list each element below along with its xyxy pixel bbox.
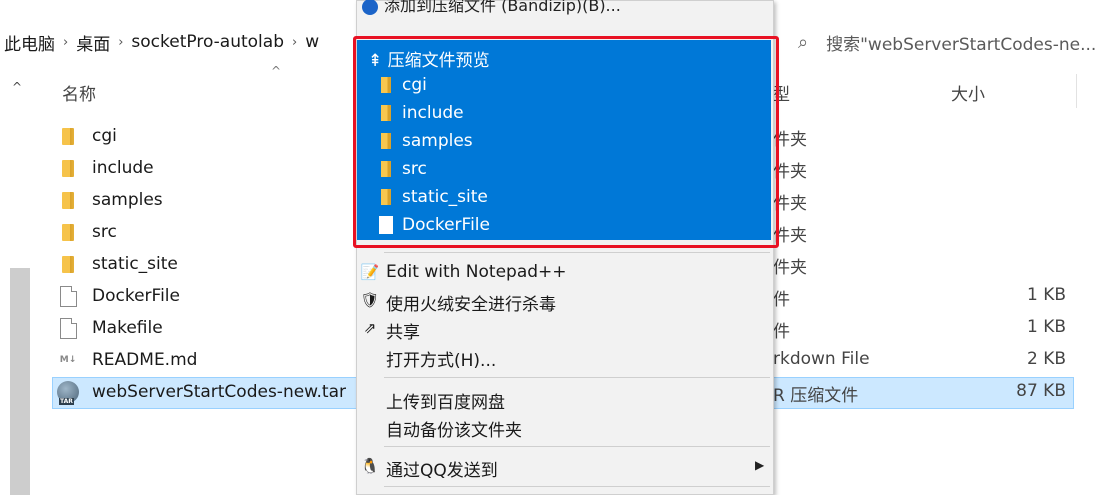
folder-icon bbox=[56, 191, 80, 209]
preview-item-label: src bbox=[402, 159, 427, 179]
folder-icon bbox=[56, 159, 80, 177]
file-size: 87 KB bbox=[1016, 381, 1066, 401]
preview-item-label: static_site bbox=[402, 187, 488, 207]
file-size: 1 KB bbox=[1026, 317, 1066, 337]
qq-icon: 🐧 bbox=[360, 457, 380, 475]
folder-icon bbox=[378, 133, 394, 149]
menu-separator bbox=[384, 486, 770, 487]
breadcrumb-separator-icon[interactable]: › bbox=[114, 35, 127, 50]
file-size: 1 KB bbox=[1026, 285, 1066, 305]
huorong-shield-icon: 🛡 bbox=[360, 291, 380, 309]
folder-icon bbox=[56, 255, 80, 273]
archive-preview-icon: ⇞ bbox=[368, 51, 383, 71]
preview-item-label: DockerFile bbox=[402, 215, 490, 235]
menu-item-label: 添加到压缩文件 (Bandizip)(B)... bbox=[384, 0, 621, 15]
file-row-static-site[interactable]: static_site bbox=[56, 248, 356, 280]
menu-item-edit-with-notepad[interactable]: Edit with Notepad++ bbox=[386, 262, 567, 282]
file-row-readme[interactable]: M↓ README.md bbox=[56, 344, 356, 376]
file-name: DockerFile bbox=[92, 286, 180, 306]
file-row-dockerfile[interactable]: DockerFile bbox=[56, 280, 356, 312]
preview-item-label: include bbox=[402, 103, 464, 123]
menu-separator bbox=[384, 446, 770, 447]
file-name: include bbox=[92, 158, 154, 178]
column-divider[interactable] bbox=[1076, 74, 1077, 108]
sort-ascending-icon: ^ bbox=[271, 64, 282, 78]
file-row-makefile[interactable]: Makefile bbox=[56, 312, 356, 344]
file-row-src[interactable]: src bbox=[56, 216, 356, 248]
file-type: rkdown File bbox=[773, 349, 870, 369]
breadcrumb-current-folder[interactable]: w bbox=[301, 32, 323, 52]
tar-archive-icon bbox=[56, 381, 80, 405]
folder-icon bbox=[378, 105, 394, 121]
file-name: README.md bbox=[92, 350, 198, 370]
bandizip-icon bbox=[362, 0, 378, 15]
preview-item-src[interactable]: src bbox=[378, 159, 427, 179]
archive-preview-title-label: 压缩文件预览 bbox=[387, 51, 490, 71]
folder-icon bbox=[378, 189, 394, 205]
file-row-cgi[interactable]: cgi bbox=[56, 120, 356, 152]
file-name: webServerStartCodes-new.tar bbox=[92, 382, 346, 402]
column-header-size[interactable]: 大小 bbox=[951, 80, 985, 105]
menu-item-auto-backup[interactable]: 自动备份该文件夹 bbox=[386, 416, 522, 441]
scrollbar-thumb[interactable] bbox=[10, 268, 30, 495]
file-icon bbox=[56, 285, 80, 307]
breadcrumb-separator-icon[interactable]: › bbox=[59, 35, 72, 50]
file-row-samples[interactable]: samples bbox=[56, 184, 356, 216]
breadcrumb-desktop[interactable]: 桌面 bbox=[72, 30, 114, 55]
preview-item-cgi[interactable]: cgi bbox=[378, 75, 427, 95]
file-type: 件夹 bbox=[773, 258, 807, 278]
menu-separator bbox=[384, 377, 770, 378]
file-icon bbox=[378, 216, 394, 234]
file-icon bbox=[56, 317, 80, 339]
file-type: 件 bbox=[773, 290, 790, 310]
submenu-arrow-icon: ▶ bbox=[755, 458, 765, 472]
preview-item-dockerfile[interactable]: DockerFile bbox=[378, 215, 490, 235]
notepad-plus-plus-icon: 📝 bbox=[360, 263, 380, 281]
file-name: Makefile bbox=[92, 318, 163, 338]
preview-item-label: cgi bbox=[402, 75, 427, 95]
file-name: cgi bbox=[92, 126, 117, 146]
menu-item-open-with[interactable]: 打开方式(H)... bbox=[386, 346, 496, 371]
markdown-file-icon: M↓ bbox=[59, 355, 77, 365]
scroll-up-arrow-icon[interactable]: ^ bbox=[12, 80, 22, 94]
menu-separator bbox=[384, 252, 770, 253]
search-box[interactable]: ⌕ 搜索"webServerStartCodes-ne... bbox=[790, 22, 1108, 62]
breadcrumb-separator-icon[interactable]: › bbox=[288, 35, 301, 50]
file-row-tar[interactable]: webServerStartCodes-new.tar bbox=[56, 376, 356, 408]
menu-item-upload-baidu[interactable]: 上传到百度网盘 bbox=[386, 388, 505, 413]
file-type: 件 bbox=[773, 322, 790, 342]
menu-item-send-qq[interactable]: 通过QQ发送到 bbox=[386, 456, 498, 481]
search-icon: ⌕ bbox=[798, 31, 809, 53]
preview-item-static-site[interactable]: static_site bbox=[378, 187, 488, 207]
menu-item-add-to-archive[interactable]: 添加到压缩文件 (Bandizip)(B)... bbox=[362, 0, 621, 18]
column-header-name[interactable]: 名称 bbox=[62, 80, 96, 105]
menu-item-share[interactable]: 共享 bbox=[386, 318, 420, 343]
file-name: samples bbox=[92, 190, 163, 210]
folder-icon bbox=[378, 161, 394, 177]
archive-preview-title[interactable]: ⇞ 压缩文件预览 bbox=[368, 46, 490, 71]
breadcrumb-socketpro-autolab[interactable]: socketPro-autolab bbox=[127, 32, 288, 52]
file-row-include[interactable]: include bbox=[56, 152, 356, 184]
folder-icon bbox=[56, 223, 80, 241]
menu-item-huorong-scan[interactable]: 使用火绒安全进行杀毒 bbox=[386, 290, 556, 315]
search-input[interactable]: 搜索"webServerStartCodes-ne... bbox=[826, 30, 1096, 55]
breadcrumb[interactable]: 此电脑 › 桌面 › socketPro-autolab › w bbox=[0, 22, 360, 62]
folder-icon bbox=[378, 77, 394, 93]
breadcrumb-this-pc[interactable]: 此电脑 bbox=[0, 30, 59, 55]
file-name: src bbox=[92, 222, 117, 242]
folder-icon bbox=[56, 127, 80, 145]
preview-item-label: samples bbox=[402, 131, 473, 151]
share-icon: ⇗ bbox=[363, 319, 377, 337]
preview-item-include[interactable]: include bbox=[378, 103, 464, 123]
file-name: static_site bbox=[92, 254, 178, 274]
preview-item-samples[interactable]: samples bbox=[378, 131, 473, 151]
file-type: R 压缩文件 bbox=[773, 386, 859, 406]
file-size: 2 KB bbox=[1026, 349, 1066, 369]
